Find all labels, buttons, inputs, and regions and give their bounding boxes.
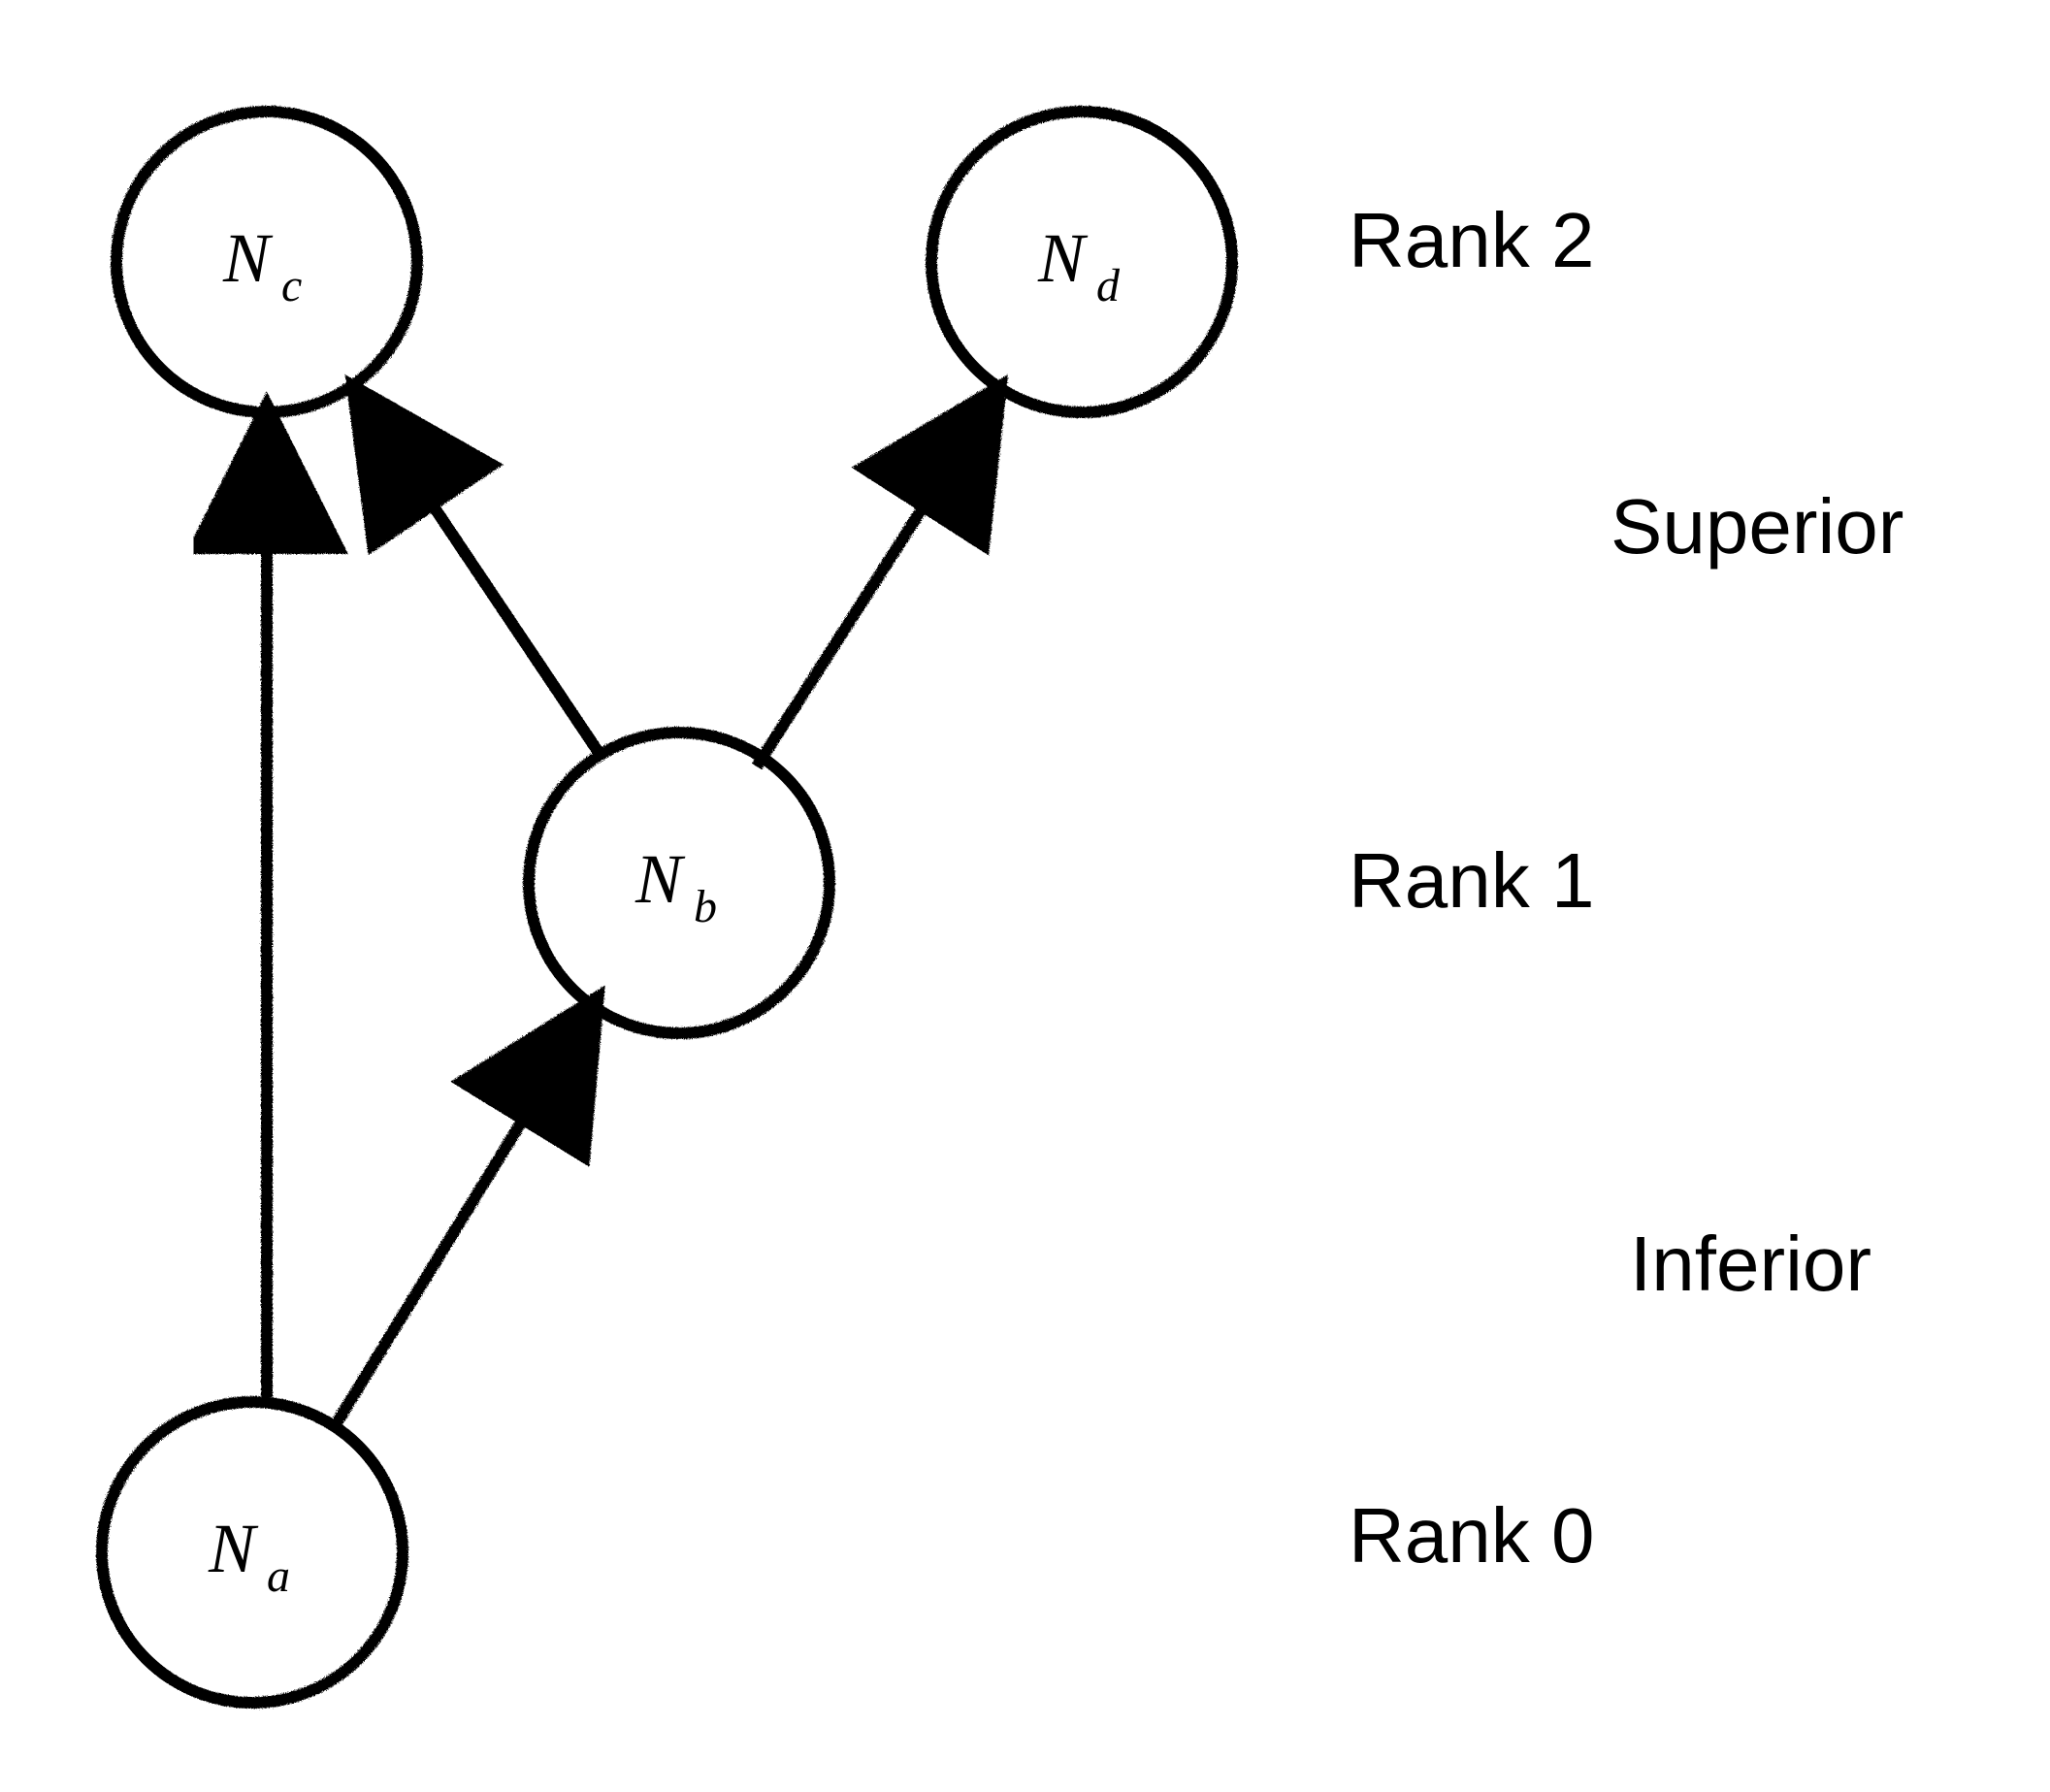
edges (267, 388, 999, 1426)
node-nc-main: N (222, 219, 274, 297)
node-nc-sub: c (281, 260, 302, 311)
legend-bottom: Inferior (1630, 1221, 1871, 1307)
rank-2-label: Rank 2 (1349, 197, 1594, 283)
edge-nb-nd (757, 388, 999, 766)
node-na-main: N (208, 1510, 259, 1587)
node-na-sub: a (267, 1550, 290, 1602)
diagram-canvas: N c N d N b N a Rank 2 Rank 1 Rank 0 Sup… (0, 0, 2050, 1792)
legend: Superior Inferior (1611, 483, 1904, 1307)
node-nd-sub: d (1096, 260, 1121, 311)
edge-nb-nc (354, 388, 602, 757)
rank-labels: Rank 2 Rank 1 Rank 0 (1349, 197, 1594, 1579)
edge-na-nb (335, 999, 597, 1426)
node-labels: N c N d N b N a (208, 219, 1121, 1602)
node-nb-main: N (635, 840, 686, 918)
node-nd-main: N (1037, 219, 1089, 297)
rank-0-label: Rank 0 (1349, 1492, 1594, 1579)
legend-top: Superior (1611, 483, 1904, 570)
rank-1-label: Rank 1 (1349, 837, 1594, 924)
node-nb-sub: b (694, 881, 717, 932)
